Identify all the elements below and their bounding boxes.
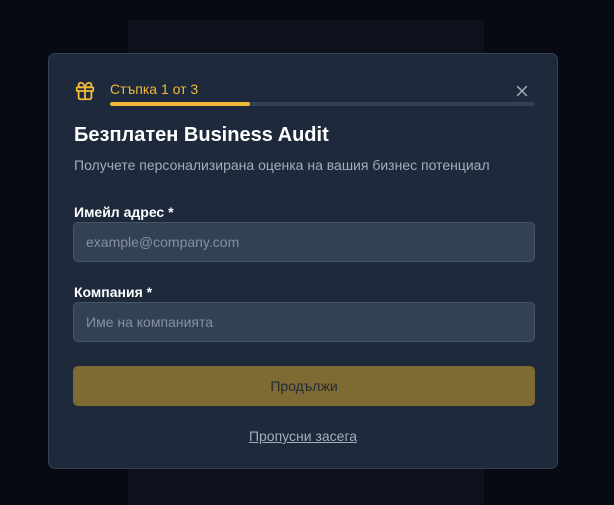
- gift-icon: [75, 81, 95, 101]
- modal-title: Безплатен Business Audit: [74, 124, 329, 146]
- close-icon[interactable]: [513, 82, 531, 100]
- progress-bar-fill: [110, 102, 251, 106]
- step-indicator: Стъпка 1 от 3: [110, 81, 199, 97]
- email-field[interactable]: [73, 222, 535, 262]
- company-field[interactable]: [73, 302, 535, 342]
- skip-link[interactable]: Пропусни засега: [49, 428, 557, 444]
- email-label: Имейл адрес *: [74, 204, 174, 220]
- company-label: Компания *: [74, 284, 153, 300]
- audit-modal: Стъпка 1 от 3 Безплатен Business Audit П…: [48, 53, 558, 469]
- modal-subtitle: Получете персонализирана оценка на вашия…: [74, 157, 490, 173]
- continue-button[interactable]: Продължи: [73, 366, 535, 406]
- progress-bar: [110, 102, 535, 106]
